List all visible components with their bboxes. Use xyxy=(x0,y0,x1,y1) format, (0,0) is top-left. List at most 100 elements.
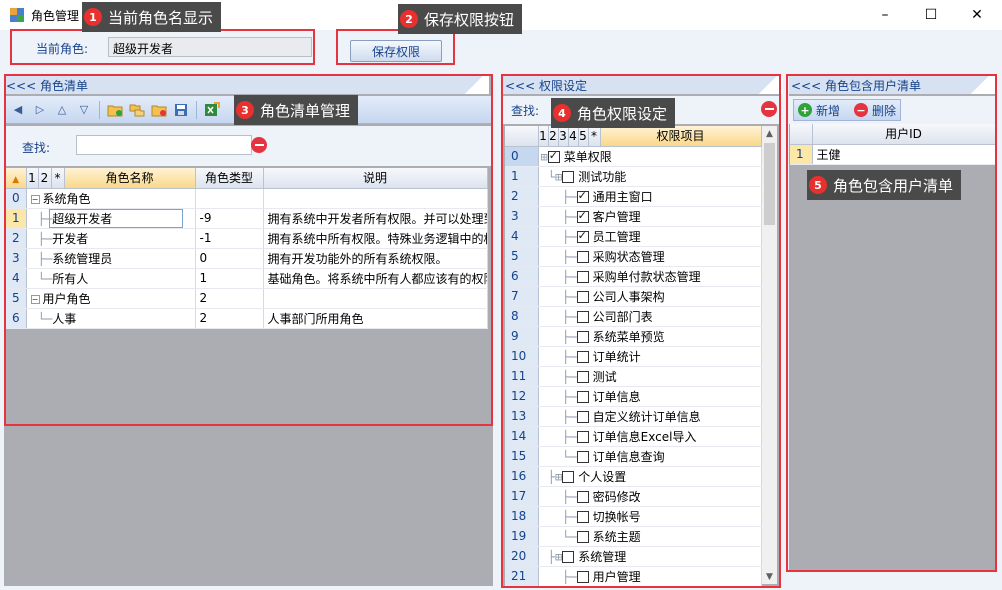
first-record-icon[interactable]: ◀ xyxy=(8,100,28,120)
permission-checkbox[interactable] xyxy=(576,311,589,323)
table-row[interactable]: 21 ├─ 用户管理 xyxy=(505,566,762,587)
collapse-icon[interactable]: − xyxy=(30,194,40,204)
role-name-cell[interactable]: − 系统角色 xyxy=(26,188,196,209)
permission-item-cell[interactable]: ├─ 密码修改 xyxy=(538,486,762,507)
level-all-header[interactable]: * xyxy=(588,126,601,147)
table-row[interactable]: 2 ├─ 通用主窗口 xyxy=(505,186,762,207)
collapse-icon[interactable]: − xyxy=(30,294,40,304)
level-5-header[interactable]: 5 xyxy=(578,126,589,147)
permission-item-cell[interactable]: ├─ 切换帐号 xyxy=(538,506,762,527)
level-2-header[interactable]: 2 xyxy=(548,126,559,147)
permission-item-cell[interactable]: ├─ 客户管理 xyxy=(538,206,762,227)
table-row[interactable]: 0⊞ 菜单权限 xyxy=(505,146,762,167)
role-desc-header[interactable]: 说明 xyxy=(263,168,488,189)
save-icon[interactable] xyxy=(171,100,191,120)
permission-item-cell[interactable]: └─ 系统主题 xyxy=(538,526,762,547)
table-row[interactable]: 3 ├─ 客户管理 xyxy=(505,206,762,227)
permission-header[interactable]: <<< 权限设定 xyxy=(503,76,753,94)
table-row[interactable]: 1 ├─超级开发者 -9 拥有系统中开发者所有权限。并可以处理到 xyxy=(6,208,488,229)
permission-item-cell[interactable]: ├─ 采购状态管理 xyxy=(538,246,762,267)
table-row[interactable]: 0 − 系统角色 xyxy=(6,188,488,209)
table-row[interactable]: 11 ├─ 测试 xyxy=(505,366,762,387)
table-row[interactable]: 2 ├─开发者 -1 拥有系统中所有权限。特殊业务逻辑中的权 xyxy=(6,228,488,249)
permission-checkbox[interactable] xyxy=(576,531,589,543)
role-search-clear-icon[interactable] xyxy=(251,137,267,153)
permission-scrollbar[interactable]: ▲ ▼ xyxy=(762,126,777,584)
role-desc-cell[interactable]: 人事部门所用角色 xyxy=(263,308,488,329)
export-excel-icon[interactable] xyxy=(202,100,222,120)
permission-checkbox[interactable] xyxy=(576,391,589,403)
role-name-cell[interactable]: ├─超级开发者 xyxy=(26,208,196,229)
permission-item-cell[interactable]: ├─ 订单信息Excel导入 xyxy=(538,426,762,447)
role-type-cell[interactable]: 2 xyxy=(195,308,264,329)
permission-checkbox[interactable] xyxy=(576,491,589,503)
permission-item-cell[interactable]: ├─ 通用主窗口 xyxy=(538,186,762,207)
level-3-header[interactable]: 3 xyxy=(558,126,569,147)
permission-checkbox[interactable] xyxy=(576,371,589,383)
scroll-up-icon[interactable]: ▲ xyxy=(762,126,777,141)
table-row[interactable]: 4 ├─ 员工管理 xyxy=(505,226,762,247)
table-row[interactable]: 13 ├─ 自定义统计订单信息 xyxy=(505,406,762,427)
role-desc-cell[interactable]: 拥有系统中所有权限。特殊业务逻辑中的权 xyxy=(263,228,488,249)
role-type-cell[interactable]: -1 xyxy=(195,228,264,249)
move-down-icon[interactable]: ▽ xyxy=(74,100,94,120)
permission-item-cell[interactable]: ├─ 员工管理 xyxy=(538,226,762,247)
delete-folder-icon[interactable] xyxy=(149,100,169,120)
permission-checkbox[interactable] xyxy=(562,471,575,483)
permission-checkbox[interactable] xyxy=(576,291,589,303)
table-row[interactable]: 20 ├⊞ 系统管理 xyxy=(505,546,762,567)
role-name-cell[interactable]: ├─开发者 xyxy=(26,228,196,249)
role-type-cell[interactable]: -9 xyxy=(195,208,264,229)
table-row[interactable]: 6 ├─ 采购单付款状态管理 xyxy=(505,266,762,287)
permission-checkbox[interactable] xyxy=(576,351,589,363)
permission-checkbox[interactable] xyxy=(576,451,589,463)
permission-item-cell[interactable]: └─ 订单信息查询 xyxy=(538,446,762,467)
add-child-icon[interactable] xyxy=(127,100,147,120)
permission-item-cell[interactable]: ├─ 公司人事架构 xyxy=(538,286,762,307)
table-row[interactable]: 14 ├─ 订单信息Excel导入 xyxy=(505,426,762,447)
permission-item-cell[interactable]: ├─ 用户管理 xyxy=(538,566,762,587)
userid-header[interactable]: 用户ID xyxy=(812,124,996,145)
role-type-cell[interactable] xyxy=(195,188,264,209)
table-row[interactable]: 5 − 用户角色 2 xyxy=(6,288,488,309)
role-desc-cell[interactable]: 拥有系统中开发者所有权限。并可以处理到 xyxy=(263,208,488,229)
permission-checkbox[interactable] xyxy=(576,571,589,583)
role-name-cell[interactable]: └─人事 xyxy=(26,308,196,329)
close-button[interactable]: ✕ xyxy=(954,0,1000,30)
maximize-button[interactable]: ☐ xyxy=(908,0,954,30)
table-row[interactable]: 16 ├⊞ 个人设置 xyxy=(505,466,762,487)
permission-checkbox[interactable] xyxy=(576,251,589,263)
level-all-header[interactable]: * xyxy=(51,168,65,189)
table-row[interactable]: 6 └─人事 2 人事部门所用角色 xyxy=(6,308,488,329)
role-type-cell[interactable]: 2 xyxy=(195,288,264,309)
permission-item-cell[interactable]: ├─ 测试 xyxy=(538,366,762,387)
add-user-button[interactable]: + 新增 − 删除 xyxy=(793,99,902,121)
table-row[interactable]: 1 王健 xyxy=(790,144,996,165)
table-row[interactable]: 9 ├─ 系统菜单预览 xyxy=(505,326,762,347)
permission-checkbox[interactable] xyxy=(576,411,589,423)
userid-cell[interactable]: 王健 xyxy=(812,144,996,165)
permission-checkbox[interactable] xyxy=(576,271,589,283)
permission-search-clear-icon[interactable] xyxy=(761,101,777,117)
role-name-cell[interactable]: − 用户角色 xyxy=(26,288,196,309)
table-row[interactable]: 12 ├─ 订单信息 xyxy=(505,386,762,407)
permission-item-cell[interactable]: ⊞ 菜单权限 xyxy=(538,146,762,167)
table-row[interactable]: 18 ├─ 切换帐号 xyxy=(505,506,762,527)
role-name-header[interactable]: 角色名称 xyxy=(64,168,196,189)
table-row[interactable]: 10 ├─ 订单统计 xyxy=(505,346,762,367)
table-row[interactable]: 15 └─ 订单信息查询 xyxy=(505,446,762,467)
permission-checkbox[interactable] xyxy=(576,331,589,343)
level-4-header[interactable]: 4 xyxy=(568,126,579,147)
permission-item-cell[interactable]: ├─ 公司部门表 xyxy=(538,306,762,327)
role-list-header[interactable]: <<< 角色清单 xyxy=(4,76,459,94)
permission-checkbox[interactable] xyxy=(576,209,589,223)
role-name-cell[interactable]: ├─系统管理员 xyxy=(26,248,196,269)
table-row[interactable]: 8 ├─ 公司部门表 xyxy=(505,306,762,327)
role-desc-cell[interactable]: 基础角色。将系统中所有人都应该有的权限 xyxy=(263,268,488,289)
role-search-input[interactable] xyxy=(76,135,252,155)
permission-checkbox[interactable] xyxy=(547,149,560,163)
permission-checkbox[interactable] xyxy=(562,551,575,563)
permission-item-header[interactable]: 权限项目 xyxy=(600,126,762,147)
permission-checkbox[interactable] xyxy=(576,511,589,523)
add-folder-icon[interactable] xyxy=(105,100,125,120)
